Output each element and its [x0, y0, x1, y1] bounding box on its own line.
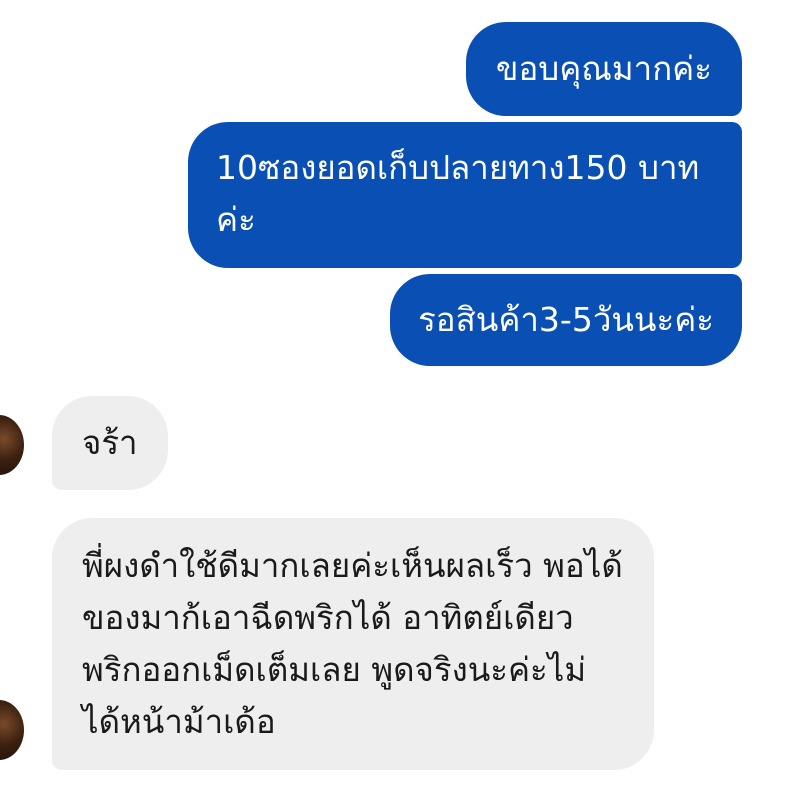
message-text: จร้า — [82, 423, 138, 462]
outgoing-message[interactable]: ขอบคุณมากค่ะ — [465, 22, 742, 116]
message-text: ขอบคุณมากค่ะ — [495, 49, 712, 88]
sender-avatar[interactable] — [0, 415, 24, 475]
outgoing-message[interactable]: รอสินค้า3-5วันนะค่ะ — [390, 274, 742, 366]
message-text: รอสินค้า3-5วันนะค่ะ — [418, 300, 714, 339]
message-text: 10ซองยอดเก็บปลายทาง150 บาทค่ะ — [216, 148, 700, 239]
sender-avatar[interactable] — [0, 700, 24, 760]
incoming-message[interactable]: จร้า — [52, 396, 168, 490]
outgoing-message[interactable]: 10ซองยอดเก็บปลายทาง150 บาทค่ะ — [188, 122, 742, 268]
incoming-message[interactable]: พี่ผงดำใช้ดีมากเลยค่ะเห็นผลเร็ว พอได้ของ… — [52, 518, 654, 770]
message-text: พี่ผงดำใช้ดีมากเลยค่ะเห็นผลเร็ว พอได้ของ… — [82, 546, 623, 741]
chat-thread: ขอบคุณมากค่ะ 10ซองยอดเก็บปลายทาง150 บาทค… — [0, 0, 800, 800]
